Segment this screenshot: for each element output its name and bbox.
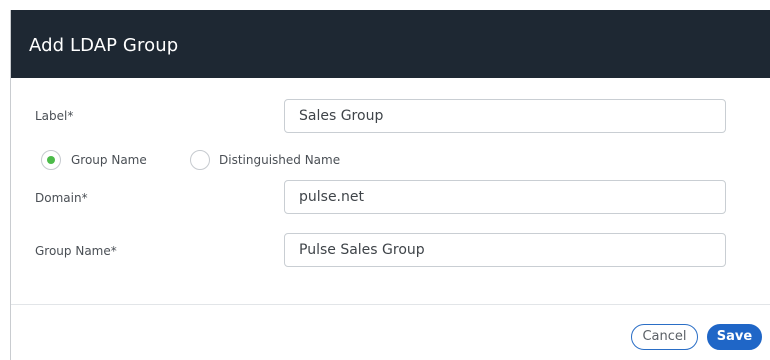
dialog-title: Add LDAP Group xyxy=(29,35,179,56)
radio-group-name-label[interactable]: Group Name xyxy=(71,152,147,168)
label-field-label: Label* xyxy=(35,109,74,123)
radio-distinguished-name-label[interactable]: Distinguished Name xyxy=(219,152,340,168)
radio-selected-dot xyxy=(47,156,55,164)
group-name-field-label: Group Name* xyxy=(35,244,117,258)
add-ldap-group-dialog: Add LDAP Group Label* Group Name Disting… xyxy=(10,10,770,360)
domain-field-label: Domain* xyxy=(35,191,88,205)
group-name-input[interactable] xyxy=(284,233,726,267)
footer-divider xyxy=(11,304,770,305)
radio-distinguished-name[interactable] xyxy=(190,150,210,170)
domain-input[interactable] xyxy=(284,180,726,214)
radio-group-name[interactable] xyxy=(41,150,61,170)
save-button[interactable]: Save xyxy=(707,324,762,350)
cancel-button[interactable]: Cancel xyxy=(631,324,698,350)
dialog-header: Add LDAP Group xyxy=(11,10,770,78)
label-input[interactable] xyxy=(284,99,726,133)
